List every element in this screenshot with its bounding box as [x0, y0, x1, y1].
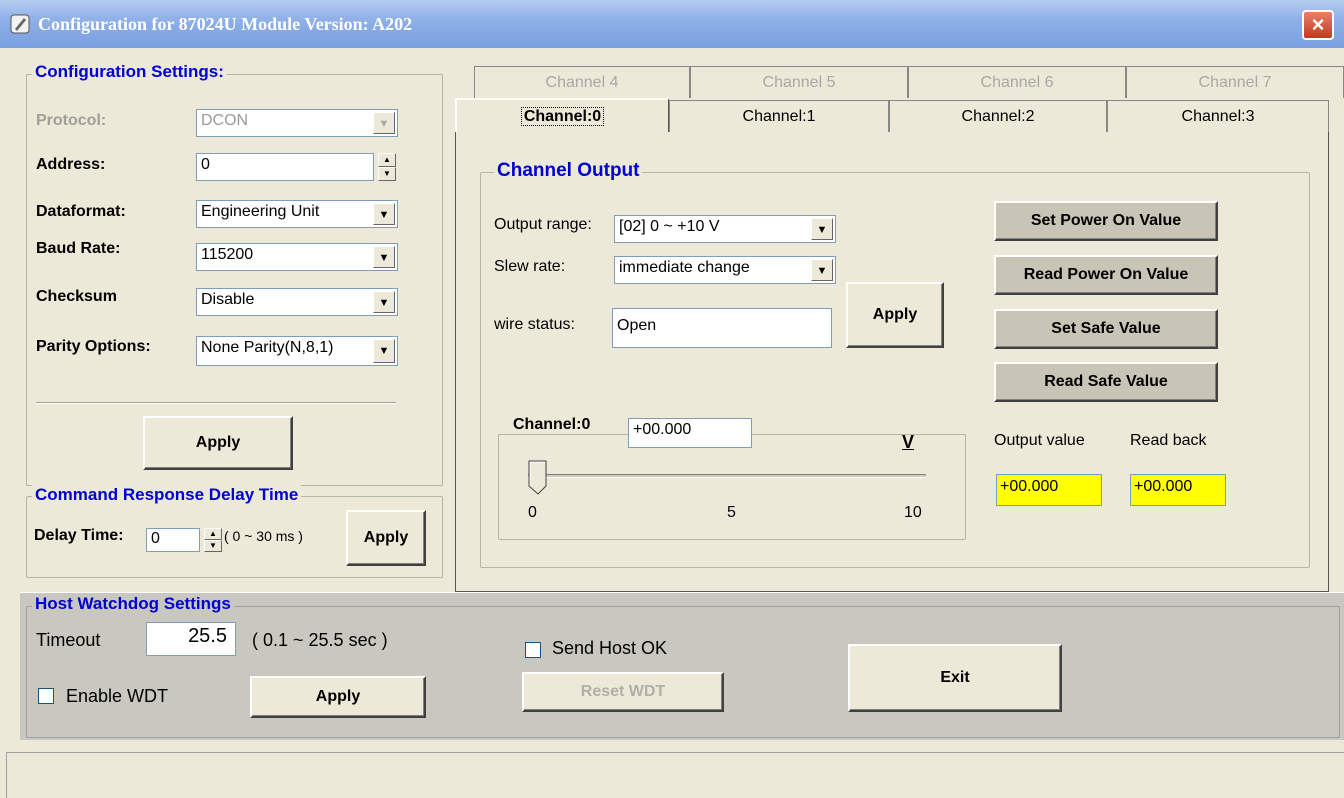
chevron-down-icon: ▼ [373, 112, 395, 134]
output-range-label: Output range: [494, 216, 592, 233]
slider-min-label: 0 [528, 504, 537, 521]
timeout-input[interactable]: 25.5 [146, 622, 236, 656]
config-apply-button[interactable]: Apply [143, 416, 293, 470]
read-back-label: Read back [1130, 432, 1207, 449]
checksum-select[interactable]: Disable ▼ [196, 288, 398, 316]
slider-group [498, 434, 966, 540]
tab-channel-3[interactable]: Channel:3 [1107, 100, 1329, 132]
channel-apply-button[interactable]: Apply [846, 282, 944, 348]
divider [36, 402, 396, 404]
host-watchdog-legend: Host Watchdog Settings [32, 594, 234, 614]
window-title: Configuration for 87024U Module Version:… [38, 14, 413, 34]
parity-options-label: Parity Options: [36, 338, 151, 355]
slider-unit: V [902, 432, 915, 452]
dataformat-label: Dataformat: [36, 203, 126, 220]
tab-channel-2[interactable]: Channel:2 [889, 100, 1107, 132]
output-value-display: +00.000 [996, 474, 1102, 506]
chevron-down-icon: ▼ [811, 218, 833, 240]
slider-channel-label: Channel:0 [510, 416, 594, 434]
delay-spin-down[interactable]: ▼ [204, 540, 222, 552]
send-host-ok-checkbox[interactable] [525, 642, 541, 658]
title-bar: Configuration for 87024U Module Version:… [0, 0, 1344, 48]
enable-wdt-label: Enable WDT [66, 686, 169, 706]
status-bar [6, 752, 1344, 798]
wire-status-field: Open [612, 308, 832, 348]
tab-channel-0-label: Channel:0 [520, 107, 605, 126]
output-range-select[interactable]: [02] 0 ~ +10 V ▼ [614, 215, 836, 243]
close-button[interactable]: × [1302, 10, 1334, 40]
channel-output-legend: Channel Output [494, 160, 643, 182]
slider-value-input[interactable]: +00.000 [628, 418, 752, 448]
send-host-ok-label: Send Host OK [552, 638, 668, 658]
set-power-on-value-button[interactable]: Set Power On Value [994, 201, 1218, 241]
delay-apply-button[interactable]: Apply [346, 510, 426, 566]
timeout-range-text: ( 0.1 ~ 25.5 sec ) [252, 630, 388, 650]
tab-channel-0[interactable]: Channel:0 [455, 98, 669, 132]
tab-channel-4[interactable]: Channel 4 [474, 66, 690, 98]
tab-channel-6[interactable]: Channel 6 [908, 66, 1126, 98]
address-spin-down[interactable]: ▼ [378, 167, 396, 181]
watchdog-apply-button[interactable]: Apply [250, 676, 426, 718]
output-value-label: Output value [994, 432, 1085, 449]
tab-channel-7[interactable]: Channel 7 [1126, 66, 1344, 98]
checksum-label: Checksum [36, 288, 117, 305]
read-safe-value-button[interactable]: Read Safe Value [994, 362, 1218, 402]
address-label: Address: [36, 156, 106, 173]
slew-rate-select[interactable]: immediate change ▼ [614, 256, 836, 284]
configuration-settings-legend: Configuration Settings: [32, 62, 227, 82]
protocol-label: Protocol: [36, 112, 107, 129]
set-safe-value-button[interactable]: Set Safe Value [994, 309, 1218, 349]
slider-mid-label: 5 [727, 504, 736, 521]
delay-time-input[interactable]: 0 [146, 528, 200, 552]
address-input[interactable]: 0 [196, 153, 374, 181]
panel-edge [1328, 130, 1342, 550]
delay-spin-up[interactable]: ▲ [204, 528, 222, 540]
exit-button[interactable]: Exit [848, 644, 1062, 712]
chevron-down-icon: ▼ [373, 339, 395, 363]
app-icon [10, 14, 30, 34]
enable-wdt-checkbox[interactable] [38, 688, 54, 704]
delay-range-text: ( 0 ~ 30 ms ) [224, 528, 303, 544]
read-power-on-value-button[interactable]: Read Power On Value [994, 255, 1218, 295]
baud-rate-label: Baud Rate: [36, 240, 121, 257]
delay-time-label: Delay Time: [34, 527, 124, 544]
timeout-label: Timeout [36, 630, 101, 650]
tab-channel-1[interactable]: Channel:1 [669, 100, 889, 132]
chevron-down-icon: ▼ [811, 259, 833, 281]
protocol-select: DCON ▼ [196, 109, 398, 137]
slider-thumb[interactable] [528, 460, 548, 496]
baud-rate-select[interactable]: 115200 ▼ [196, 243, 398, 271]
slew-rate-label: Slew rate: [494, 258, 566, 275]
chevron-down-icon: ▼ [373, 246, 395, 268]
wire-status-label: wire status: [494, 316, 575, 333]
dataformat-select[interactable]: Engineering Unit ▼ [196, 200, 398, 228]
delay-time-legend: Command Response Delay Time [32, 485, 302, 505]
chevron-down-icon: ▼ [373, 291, 395, 313]
slider-track[interactable] [528, 474, 926, 478]
parity-options-select[interactable]: None Parity(N,8,1) ▼ [196, 336, 398, 366]
reset-wdt-button: Reset WDT [522, 672, 724, 712]
tab-channel-5[interactable]: Channel 5 [690, 66, 908, 98]
read-back-display: +00.000 [1130, 474, 1226, 506]
address-spin-up[interactable]: ▲ [378, 153, 396, 167]
slider-max-label: 10 [904, 504, 922, 521]
chevron-down-icon: ▼ [373, 203, 395, 225]
